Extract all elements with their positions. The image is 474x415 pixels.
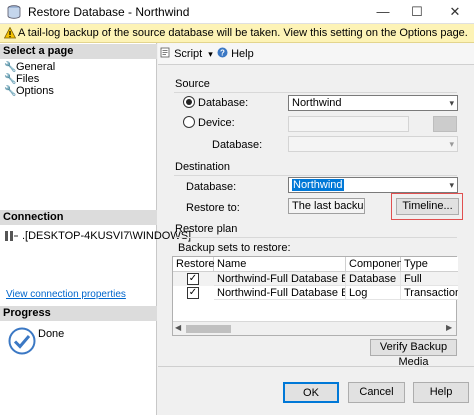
device-label: Device:: [198, 117, 235, 129]
chevron-down-icon: ▾: [449, 139, 454, 149]
script-icon: [160, 47, 170, 58]
progress-done-icon: [8, 327, 36, 355]
close-button[interactable]: ✕: [440, 0, 470, 24]
left-pane: [0, 43, 157, 415]
select-page-header: Select a page: [0, 44, 157, 59]
device-database-label: Database:: [212, 139, 263, 151]
svg-text:?: ?: [220, 49, 225, 58]
destination-database-label: Database:: [186, 181, 237, 193]
restore-to-label: Restore to:: [186, 202, 240, 214]
help-toolbar-button[interactable]: ? Help: [217, 47, 254, 60]
horizontal-scrollbar[interactable]: ◀ ▶: [173, 321, 456, 335]
script-label: Script: [174, 48, 203, 60]
server-connection-icon: [5, 231, 18, 241]
column-header-type[interactable]: Type: [401, 257, 458, 272]
maximize-button[interactable]: ☐: [402, 0, 432, 24]
scrollbar-thumb[interactable]: [186, 325, 231, 333]
warning-bar: A tail-log backup of the source database…: [0, 24, 474, 43]
script-dropdown-caret[interactable]: ▾: [208, 49, 213, 59]
warning-icon: [4, 27, 16, 39]
page-label: Files: [16, 73, 40, 85]
table-row[interactable]: ✓ Northwind-Full Database Backup Databas…: [173, 272, 458, 286]
source-database-value: Northwind: [292, 97, 342, 109]
page-item-options[interactable]: 🔧Options: [4, 85, 54, 98]
device-browse-button[interactable]: [433, 116, 457, 132]
page-label: General: [16, 61, 56, 73]
device-radio[interactable]: [183, 116, 195, 128]
column-header-component[interactable]: Component: [346, 257, 406, 272]
column-header-name[interactable]: Name: [214, 257, 346, 272]
source-database-label: Database:: [198, 97, 249, 109]
cell-component: Database: [346, 272, 401, 286]
scroll-right-icon[interactable]: ▶: [446, 323, 452, 332]
help-label: Help: [231, 48, 254, 60]
device-database-select[interactable]: ▾: [288, 136, 458, 152]
source-database-select[interactable]: Northwind ▾: [288, 95, 458, 111]
chevron-down-icon: ▾: [449, 180, 454, 190]
destination-divider: [174, 175, 457, 176]
connection-header: Connection: [0, 210, 157, 225]
source-divider: [174, 92, 457, 93]
ok-button[interactable]: OK: [283, 382, 339, 403]
backup-sets-label: Backup sets to restore:: [178, 242, 291, 254]
connection-server-text: .[DESKTOP-4KUSVI7\WINDOWS]: [22, 230, 192, 242]
cell-component: Log: [346, 286, 401, 300]
backup-sets-grid[interactable]: Restore Name Component Type ✓ Northwind-…: [172, 256, 458, 336]
script-button[interactable]: Script ▾: [160, 47, 213, 60]
restore-plan-divider: [174, 237, 457, 238]
destination-database-combo[interactable]: Northwind ▾: [288, 177, 458, 193]
restore-plan-section-label: Restore plan: [175, 223, 238, 235]
restore-checkbox[interactable]: ✓: [187, 287, 199, 299]
database-app-icon: [7, 5, 21, 19]
destination-database-value: Northwind: [292, 179, 344, 191]
timeline-button[interactable]: Timeline...: [396, 198, 459, 215]
restore-to-input[interactable]: The last backup take: [288, 198, 365, 214]
help-icon: ?: [217, 47, 228, 58]
database-radio[interactable]: [183, 96, 195, 108]
restore-checkbox[interactable]: ✓: [187, 273, 199, 285]
column-header-restore[interactable]: Restore: [173, 257, 215, 272]
source-section-label: Source: [175, 78, 210, 90]
progress-header: Progress: [0, 306, 157, 321]
page-label: Options: [16, 85, 54, 97]
cell-name: Northwind-Full Database Backup: [214, 286, 346, 300]
wrench-icon: 🔧: [4, 86, 17, 97]
table-row[interactable]: ✓ Northwind-Full Database Backup Log Tra…: [173, 286, 458, 300]
window-title: Restore Database - Northwind: [28, 5, 190, 19]
title-bar: Restore Database - Northwind — ☐ ✕: [0, 0, 474, 24]
scroll-left-icon[interactable]: ◀: [175, 323, 181, 332]
footer-divider: [158, 366, 474, 367]
minimize-button[interactable]: —: [368, 0, 398, 24]
warning-text: A tail-log backup of the source database…: [18, 27, 468, 39]
view-connection-properties-link[interactable]: View connection properties: [6, 289, 126, 300]
cell-type: Transaction Log: [401, 286, 458, 300]
verify-backup-media-button[interactable]: Verify Backup Media: [370, 339, 457, 368]
cancel-button[interactable]: Cancel: [348, 382, 405, 403]
help-button[interactable]: Help: [413, 382, 469, 403]
cell-type: Full: [401, 272, 458, 286]
device-input[interactable]: [288, 116, 409, 132]
cell-name: Northwind-Full Database Backup: [214, 272, 346, 286]
chevron-down-icon: ▾: [449, 98, 454, 108]
destination-section-label: Destination: [175, 161, 231, 173]
progress-status-text: Done: [38, 328, 65, 340]
